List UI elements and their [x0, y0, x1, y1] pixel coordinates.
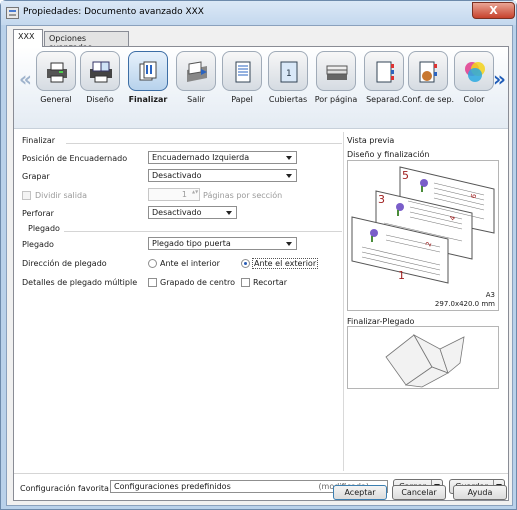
paper-size: A3	[485, 291, 495, 299]
ribbon-per-page[interactable]: Por página	[315, 51, 357, 125]
multi-fold-label: Detalles de plegado múltiple	[22, 278, 138, 287]
cancel-button[interactable]: Cancelar	[392, 485, 446, 500]
scroll-right-arrow-icon[interactable]: »	[493, 67, 506, 91]
split-output-label: Dividir salida	[35, 191, 87, 200]
ribbon-layout[interactable]: Diseño	[80, 51, 120, 125]
scroll-left-arrow-icon[interactable]: «	[19, 67, 32, 91]
ribbon-covers[interactable]: 1 Cubiertas	[268, 51, 308, 125]
per-page-icon	[326, 65, 348, 80]
tab-panel: « » General Diseño Finalizar Salir Papel…	[13, 46, 509, 501]
ok-button[interactable]: Aceptar	[333, 485, 387, 500]
page-preview-image: 5 6 3 4 1 2	[351, 166, 495, 284]
plegado-divider	[64, 231, 342, 232]
plegado-heading: Plegado	[28, 224, 60, 233]
dialog-client: XXX Opciones avanzadas « » General Diseñ…	[6, 25, 513, 506]
fold-outside-radio[interactable]	[241, 259, 250, 268]
close-button[interactable]: X	[472, 2, 515, 19]
paper-dimensions: 297.0x420.0 mm	[434, 300, 495, 308]
pages-per-section-label: Páginas por sección	[203, 191, 283, 200]
split-output-checkbox[interactable]	[22, 191, 31, 200]
finishing-icon	[139, 61, 157, 81]
ribbon-separators[interactable]: Separad.	[364, 51, 404, 125]
staple-select[interactable]: Desactivado	[148, 169, 297, 182]
color-icon	[465, 62, 485, 82]
fold-label: Plegado	[22, 240, 54, 249]
fold-select[interactable]: Plegado tipo puerta	[148, 237, 297, 250]
ribbon-output[interactable]: Salir	[176, 51, 216, 125]
favorites-value: Configuraciones predefinidos	[114, 482, 231, 491]
binding-position-select[interactable]: Encuadernado Izquierda	[148, 151, 297, 164]
staple-label: Grapar	[22, 172, 50, 181]
center-staple-label: Grapado de centro	[160, 278, 235, 287]
separator-icon	[376, 61, 394, 83]
page-number-5: 5	[402, 169, 409, 182]
tab-advanced-options[interactable]: Opciones avanzadas	[44, 31, 129, 52]
punch-label: Perforar	[22, 209, 54, 218]
ribbon-general[interactable]: General	[36, 51, 76, 125]
center-staple-checkbox[interactable]	[148, 278, 157, 287]
fold-preview-box	[347, 326, 499, 389]
page-number-3: 3	[378, 193, 385, 206]
pages-per-section-spinner[interactable]: 1	[148, 188, 200, 201]
tab-xxx[interactable]: XXX	[13, 29, 43, 47]
ribbon-color[interactable]: Color	[454, 51, 494, 125]
fold-outside-label: Ante el exterior	[252, 258, 319, 269]
fold-inside-radio[interactable]	[148, 259, 157, 268]
fold-preview-label: Finalizar-Plegado	[347, 317, 415, 326]
layout-icon	[90, 61, 112, 83]
fold-direction-label: Dirección de plegado	[22, 259, 107, 268]
punch-select[interactable]: Desactivado	[148, 206, 237, 219]
window-title: Propiedades: Documento avanzado XXX	[23, 7, 204, 17]
svg-text:1: 1	[286, 69, 292, 79]
bottom-divider	[14, 473, 508, 474]
finalizar-heading: Finalizar	[22, 136, 56, 145]
page-number-1: 1	[398, 269, 405, 282]
trim-checkbox[interactable]	[241, 278, 250, 287]
cover-icon: 1	[280, 61, 298, 83]
gate-fold-icon	[385, 333, 465, 388]
trim-label: Recortar	[253, 278, 288, 287]
output-tray-icon	[187, 61, 207, 82]
properties-dialog: Propiedades: Documento avanzado XXX X XX…	[0, 0, 517, 510]
binding-position-label: Posición de Encuadernado	[22, 154, 128, 163]
fold-inside-label: Ante el interior	[160, 259, 220, 268]
separator-settings-icon	[419, 61, 437, 83]
title-bar[interactable]: Propiedades: Documento avanzado XXX X	[1, 1, 516, 25]
help-button[interactable]: Ayuda	[453, 485, 507, 500]
favorites-label: Configuración favorita	[20, 484, 109, 493]
paper-icon	[235, 61, 251, 83]
printer-icon	[47, 62, 67, 83]
ribbon-finishing[interactable]: Finalizar	[128, 51, 168, 125]
printer-app-icon	[6, 7, 19, 19]
ribbon-separator-settings[interactable]: Conf. de sep.	[402, 51, 454, 125]
ribbon-paper[interactable]: Papel	[222, 51, 262, 125]
feature-ribbon: « » General Diseño Finalizar Salir Papel…	[14, 47, 508, 129]
layout-preview-box: 5 6 3 4 1 2 A3 297.0x420.0 mm	[347, 160, 499, 311]
layout-finishing-label: Diseño y finalización	[347, 150, 430, 159]
preview-heading: Vista previa	[347, 136, 395, 145]
finalizar-divider	[66, 143, 342, 144]
